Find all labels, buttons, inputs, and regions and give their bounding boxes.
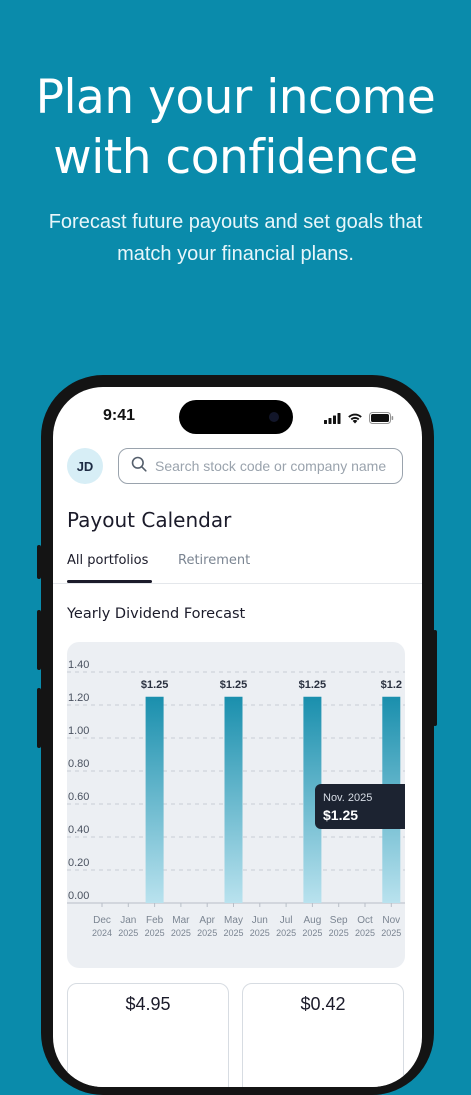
summary-value-total: $4.95 [125, 994, 171, 1014]
status-time: 9:41 [103, 407, 136, 424]
x-tick-label-year: 2025 [276, 928, 296, 938]
summary-card-total[interactable]: $4.95 [67, 983, 229, 1087]
y-tick-label: 1.00 [68, 725, 89, 737]
bar-value-label: $1.2 [381, 679, 402, 691]
bar-value-label: $1.25 [220, 679, 248, 691]
y-tick-label: 1.40 [68, 659, 89, 671]
summary-value-average: $0.42 [300, 994, 346, 1014]
camera-icon [269, 412, 279, 422]
y-tick-label: 0.60 [68, 791, 89, 803]
y-tick-label: 0.80 [68, 758, 89, 770]
x-tick-label-month: Mar [172, 915, 190, 926]
x-tick-label-year: 2025 [145, 928, 165, 938]
x-tick-label-year: 2025 [171, 928, 191, 938]
bar-value-label: $1.25 [141, 679, 169, 691]
x-tick-label-year: 2025 [355, 928, 375, 938]
signal-icon [324, 409, 341, 428]
dividend-chart-card: 0.00 0.20 0.40 0.60 0.80 1.00 1.20 1.40 Dec 2024 J… [67, 642, 405, 968]
x-tick-label-month: May [224, 915, 243, 926]
x-tick-label-month: Jun [252, 915, 268, 926]
phone-side-button [37, 545, 41, 579]
x-tick-label-month: Jul [280, 915, 293, 926]
chart-bar [224, 696, 243, 903]
hero-subtitle: Forecast future payouts and set goals th… [30, 206, 441, 270]
y-tick-label: 0.40 [68, 824, 89, 836]
wifi-icon [347, 409, 363, 428]
summary-card-average[interactable]: $0.42 [242, 983, 404, 1087]
avatar[interactable]: JD [67, 448, 103, 484]
x-tick-label-year: 2025 [329, 928, 349, 938]
x-tick-label-month: Dec [93, 915, 111, 926]
x-tick-label-year: 2024 [92, 928, 112, 938]
x-tick-label-year: 2025 [223, 928, 243, 938]
avatar-initials: JD [76, 458, 94, 474]
x-tick-label-month: Apr [199, 915, 215, 926]
dynamic-island [179, 400, 293, 434]
bar-value-label: $1.25 [299, 679, 327, 691]
search-placeholder: Search stock code or company name [155, 458, 387, 474]
section-title: Yearly Dividend Forecast [67, 606, 246, 622]
search-icon [131, 456, 147, 476]
phone-volume-up-button [37, 610, 41, 670]
dividend-bar-chart: 0.00 0.20 0.40 0.60 0.80 1.00 1.20 1.40 Dec 2024 J… [67, 659, 405, 938]
tab-all-portfolios[interactable]: All portfolios [67, 553, 148, 568]
portfolio-tabs: All portfolios Retirement [53, 547, 422, 584]
hero-subtitle-line-2: match your financial plans. [117, 243, 354, 265]
x-tick-label-year: 2025 [197, 928, 217, 938]
x-tick-label-year: 2025 [302, 928, 322, 938]
phone-screen: 9:41 JD Search stock code or company nam… [53, 387, 422, 1087]
x-tick-label-month: Oct [357, 915, 373, 926]
hero-title-line-1: Plan your income [35, 70, 436, 125]
status-icons [324, 409, 394, 428]
chart-bar [145, 696, 164, 903]
phone-volume-down-button [37, 688, 41, 748]
hero-title: Plan your income with confidence [0, 68, 471, 188]
x-tick-label-year: 2025 [381, 928, 401, 938]
x-tick-label-month: Jan [120, 915, 136, 926]
phone-power-button [433, 630, 437, 726]
search-input[interactable]: Search stock code or company name [118, 448, 403, 484]
tooltip-value: $1.25 [323, 807, 358, 823]
x-tick-label-year: 2025 [250, 928, 270, 938]
hero-subtitle-line-1: Forecast future payouts and set goals th… [48, 211, 423, 233]
x-tick-label-month: Aug [304, 915, 322, 926]
tooltip-title: Nov. 2025 [323, 792, 372, 804]
page-title: Payout Calendar [67, 508, 232, 532]
x-tick-label-month: Feb [146, 915, 164, 926]
x-tick-label-month: Sep [330, 915, 348, 926]
x-tick-label-month: Nov [382, 915, 400, 926]
y-tick-label: 1.20 [68, 692, 89, 704]
y-tick-label: 0.00 [68, 890, 89, 902]
y-tick-label: 0.20 [68, 857, 89, 869]
x-tick-label-year: 2025 [118, 928, 138, 938]
active-tab-indicator [67, 580, 152, 583]
battery-icon [369, 409, 394, 428]
hero-title-line-2: with confidence [53, 130, 418, 185]
tab-retirement[interactable]: Retirement [178, 553, 250, 568]
